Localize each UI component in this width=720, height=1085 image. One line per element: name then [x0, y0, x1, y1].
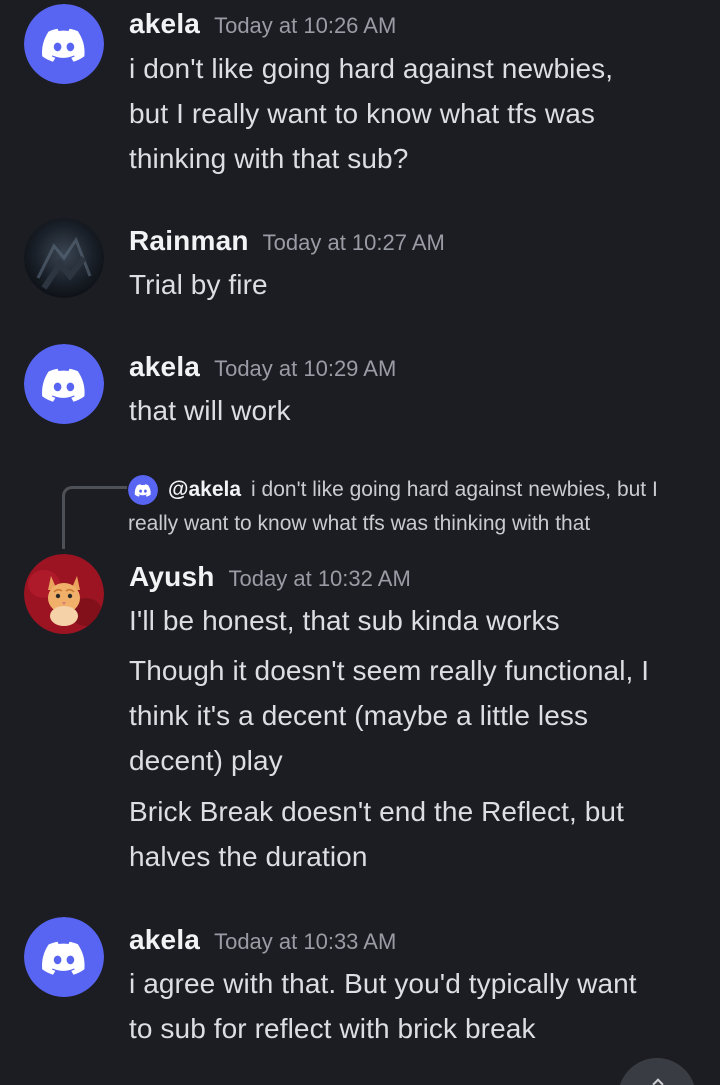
author-name[interactable]: Ayush — [129, 561, 215, 592]
reply-preview-text[interactable]: @akela i don't like going hard against ne… — [128, 473, 698, 541]
avatar[interactable] — [24, 344, 104, 424]
reply-mention[interactable]: @akela — [168, 478, 241, 501]
author-name[interactable]: akela — [129, 351, 200, 382]
jump-to-present-button[interactable] — [618, 1058, 696, 1085]
message-line: decent) play — [129, 745, 283, 776]
message-line: but I really want to know what tfs was — [129, 98, 596, 129]
author-name[interactable]: akela — [129, 924, 200, 955]
avatar[interactable] — [24, 917, 104, 997]
message-timestamp: Today at 10:27 AM — [262, 230, 445, 255]
avatar[interactable] — [24, 554, 104, 634]
reply-connector — [62, 486, 127, 549]
message-line: Trial by fire — [129, 269, 268, 300]
message-line: I'll be honest, that sub kinda works — [129, 605, 560, 636]
discord-logo-icon — [128, 475, 158, 505]
dark-photo-avatar-icon — [24, 218, 104, 298]
cat-photo-avatar-icon — [24, 554, 104, 634]
message-line: i don't like going hard against newbies, — [129, 53, 614, 84]
message-line: Though it doesn't seem really functional… — [129, 655, 650, 686]
message-line: halves the duration — [129, 841, 368, 872]
message-line: thinking with that sub? — [129, 143, 409, 174]
discord-logo-icon — [24, 344, 104, 424]
author-name[interactable]: Rainman — [129, 225, 249, 256]
discord-logo-icon — [24, 4, 104, 84]
message-line: Brick Break doesn't end the Reflect, but — [129, 796, 624, 827]
discord-logo-icon — [24, 917, 104, 997]
avatar[interactable] — [24, 4, 104, 84]
reply-preview[interactable]: @akela i don't like going hard against ne… — [62, 470, 702, 549]
chat-message-list: akela Today at 10:26 AM i don't like goin… — [0, 0, 720, 1085]
message-line: i agree with that. But you'd typically w… — [129, 968, 637, 999]
chevron-up-icon — [652, 1078, 664, 1085]
message-line: that will work — [129, 395, 291, 426]
author-name[interactable]: akela — [129, 8, 200, 39]
message-timestamp: Today at 10:32 AM — [228, 566, 411, 591]
message-timestamp: Today at 10:33 AM — [214, 929, 397, 954]
message-timestamp: Today at 10:26 AM — [214, 13, 397, 38]
message-line: to sub for reflect with brick break — [129, 1013, 536, 1044]
reply-avatar — [128, 475, 158, 505]
message-line: think it's a decent (maybe a little less — [129, 700, 589, 731]
message-timestamp: Today at 10:29 AM — [214, 356, 397, 381]
avatar[interactable] — [24, 218, 104, 298]
